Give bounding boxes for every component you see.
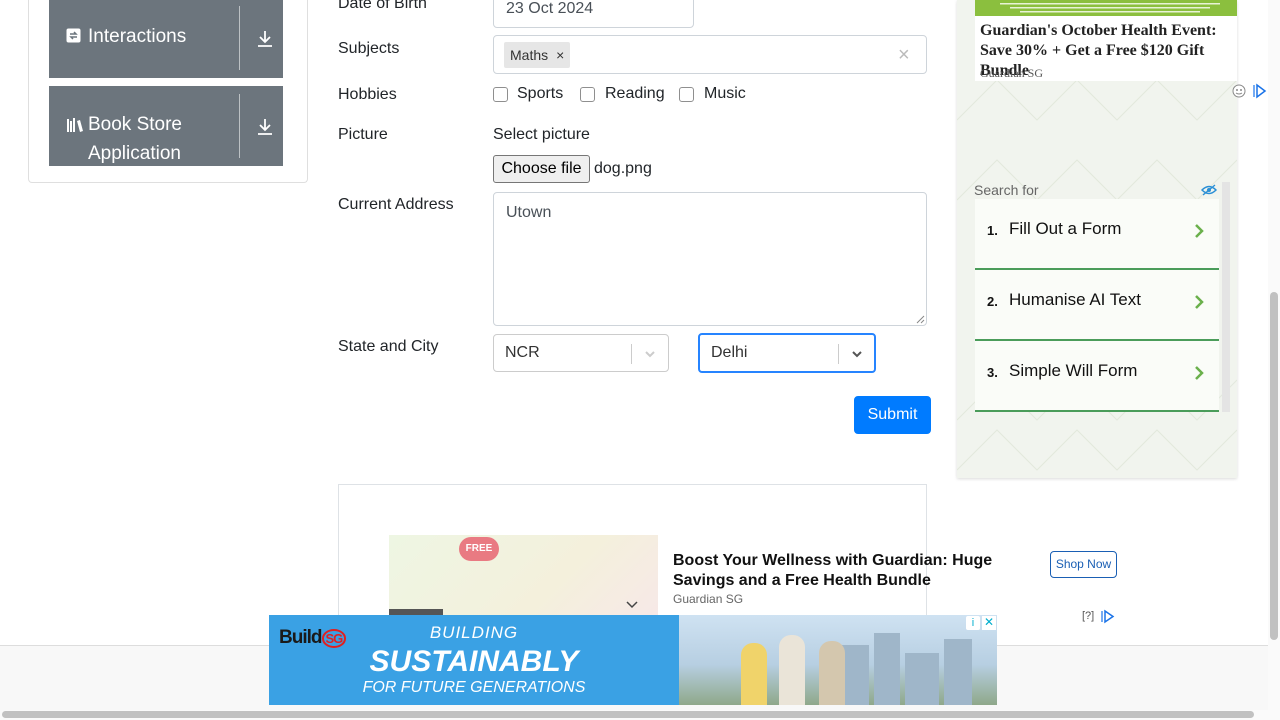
file-name: dog.png (594, 160, 652, 177)
reading-label[interactable]: Reading (605, 85, 665, 103)
state-select[interactable]: NCR (493, 334, 669, 372)
submit-button[interactable]: Submit (854, 396, 931, 434)
divider (838, 344, 839, 364)
banner-line2: SUSTAINABLY (369, 645, 579, 678)
bottom-banner-ad[interactable]: Build SG BUILDING SUSTAINABLY FOR FUTURE … (269, 615, 997, 705)
hide-eye-icon[interactable] (1201, 184, 1217, 196)
adchoices-icon[interactable] (1100, 609, 1115, 624)
ad-info-icon[interactable]: i (966, 616, 980, 630)
divider (239, 94, 240, 158)
dob-label: Date of Birth (338, 0, 427, 12)
search-result-text: Fill Out a Form (1009, 219, 1122, 238)
search-result-text: Humanise AI Text (1009, 290, 1141, 309)
clear-subjects-icon[interactable]: × (898, 43, 910, 67)
book-store-icon (66, 117, 84, 137)
ad-controls[interactable] (1231, 83, 1267, 104)
search-result-item[interactable]: 2. Humanise AI Text (975, 270, 1219, 341)
chevron-right-icon (1195, 295, 1204, 309)
search-for-label: Search for (974, 182, 1039, 198)
banner-photo (679, 615, 997, 705)
ad-scrollbar[interactable] (1222, 182, 1230, 412)
select-picture-label: Select picture (493, 126, 590, 143)
remove-chip-icon[interactable]: × (556, 47, 564, 63)
banner-line3: FOR FUTURE GENERATIONS (362, 679, 586, 696)
search-result-number: 3. (987, 365, 998, 380)
picture-label: Picture (338, 126, 388, 143)
divider (239, 6, 240, 70)
horizontal-scroll-thumb[interactable] (2, 711, 1254, 718)
ad-image-badge: FREE (459, 537, 499, 561)
reading-checkbox[interactable] (580, 87, 595, 102)
subject-chip: Maths × (504, 42, 571, 68)
ad-help-link[interactable]: [?] (1082, 610, 1094, 622)
state-value: NCR (505, 344, 540, 361)
current-address-label: Current Address (338, 196, 454, 213)
divider (631, 344, 632, 364)
chevron-right-icon (1195, 366, 1204, 380)
inline-ad-source: Guardian SG (673, 592, 744, 606)
dob-input[interactable]: 23 Oct 2024 (493, 0, 694, 28)
right-ad-top-strip[interactable] (975, 0, 1237, 16)
inline-ad-title[interactable]: Boost Your Wellness with Guardian: Huge … (673, 551, 1023, 591)
current-address-value: Utown (506, 204, 552, 221)
download-icon[interactable] (254, 116, 276, 138)
choose-file-button[interactable]: Choose file (493, 155, 590, 183)
music-label[interactable]: Music (704, 85, 746, 103)
sidebar-group-interactions[interactable]: Interactions (49, 0, 283, 78)
city-select[interactable]: Delhi (698, 333, 876, 373)
dob-value: 23 Oct 2024 (506, 0, 594, 17)
inline-ad-image[interactable]: FREE (389, 535, 658, 625)
chevron-down-icon (645, 351, 655, 358)
adchoices-icon[interactable] (1231, 83, 1267, 99)
vertical-scroll-thumb[interactable] (1270, 292, 1278, 640)
chevron-right-icon (1195, 224, 1204, 238)
chevron-down-icon (852, 351, 862, 358)
hobbies-label: Hobbies (338, 86, 397, 103)
search-result-number: 1. (987, 223, 998, 238)
music-checkbox[interactable] (679, 87, 694, 102)
search-result-text: Simple Will Form (1009, 361, 1138, 380)
search-result-item[interactable]: 1. Fill Out a Form (975, 199, 1219, 270)
current-address-textarea[interactable]: Utown (493, 192, 927, 326)
chevron-down-icon[interactable] (625, 598, 639, 612)
download-icon[interactable] (254, 28, 276, 50)
sidebar-group-label-line1: Book Store (88, 114, 182, 135)
state-city-label: State and City (338, 338, 439, 355)
sidebar-group-book-store[interactable]: Book Store Application (49, 86, 283, 166)
shop-now-button[interactable]: Shop Now (1050, 551, 1117, 578)
sidebar-group-label: Interactions (88, 26, 187, 47)
right-ad-source: Guardian SG (980, 66, 1043, 80)
fine-print-text (1000, 3, 1220, 13)
resize-handle-icon[interactable] (916, 315, 925, 324)
banner-line1: BUILDING (429, 623, 519, 642)
close-ad-icon[interactable]: ✕ (982, 616, 996, 630)
subject-chip-label: Maths (510, 47, 549, 63)
interactions-icon (66, 28, 81, 47)
sidebar-group-label-line2: Application (88, 143, 181, 164)
sports-label[interactable]: Sports (517, 85, 563, 103)
city-value: Delhi (711, 344, 748, 361)
subjects-label: Subjects (338, 40, 400, 57)
search-result-number: 2. (987, 294, 998, 309)
sports-checkbox[interactable] (493, 87, 508, 102)
search-result-item[interactable]: 3. Simple Will Form (975, 341, 1219, 412)
